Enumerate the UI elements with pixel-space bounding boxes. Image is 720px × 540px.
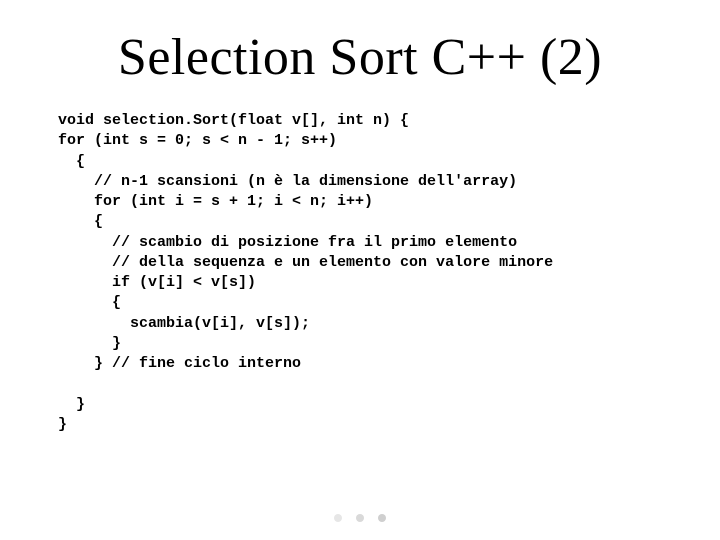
slide: Selection Sort C++ (2) void selection.So… (0, 0, 720, 540)
dot-icon (356, 514, 364, 522)
dot-icon (334, 514, 342, 522)
dot-icon (378, 514, 386, 522)
page-title: Selection Sort C++ (2) (50, 28, 670, 87)
pagination-dots (334, 514, 386, 522)
code-block: void selection.Sort(float v[], int n) { … (58, 111, 670, 435)
